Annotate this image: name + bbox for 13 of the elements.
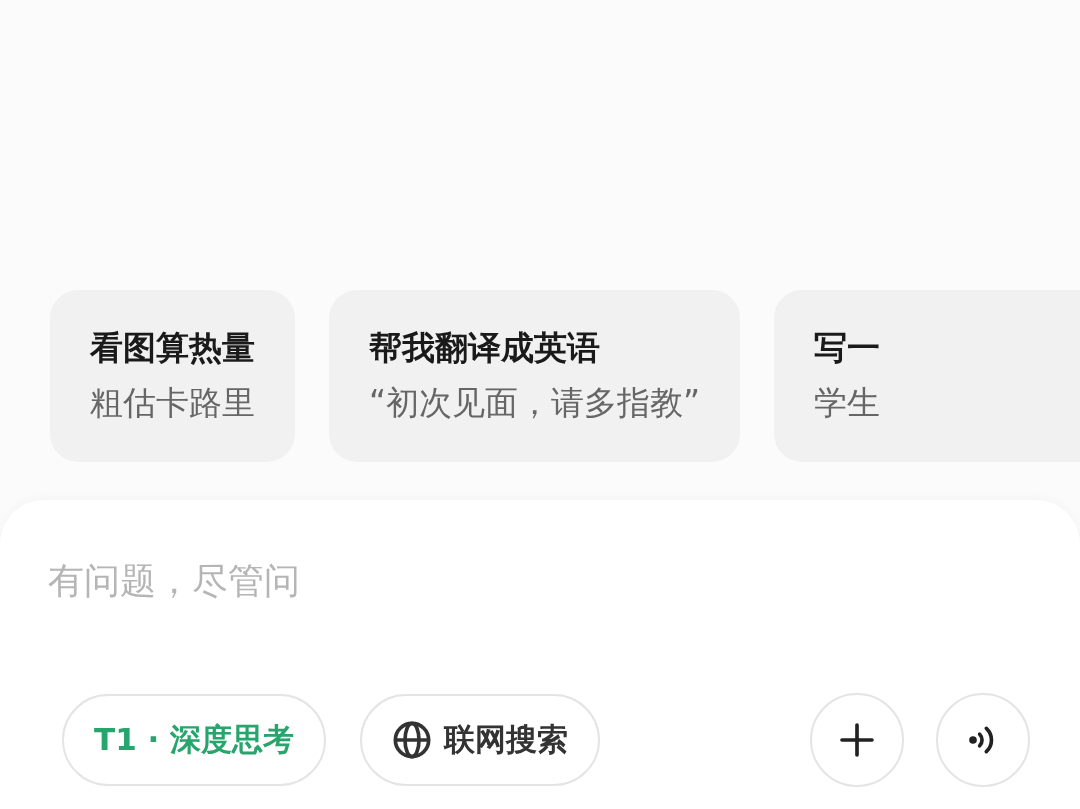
suggestion-subtitle: “初次见面，请多指教” (369, 382, 701, 424)
suggestion-title: 看图算热量 (90, 327, 255, 369)
suggestion-subtitle: 学生 (814, 382, 882, 424)
suggestion-card[interactable]: 写一 学生 (774, 290, 1080, 462)
message-input-field[interactable]: 有问题，尽管问 (48, 560, 948, 601)
globe-icon (392, 720, 433, 760)
plus-icon (837, 720, 877, 760)
suggestion-subtitle: 粗估卡路里 (90, 382, 255, 424)
suggestion-card[interactable]: 帮我翻译成英语 “初次见面，请多指教” (329, 290, 741, 462)
suggestion-title: 帮我翻译成英语 (369, 327, 601, 369)
suggestion-card[interactable]: 看图算热量 粗估卡路里 (50, 290, 295, 462)
suggestion-title: 写一 (814, 327, 882, 369)
web-search-toggle[interactable]: 联网搜索 (360, 694, 601, 786)
